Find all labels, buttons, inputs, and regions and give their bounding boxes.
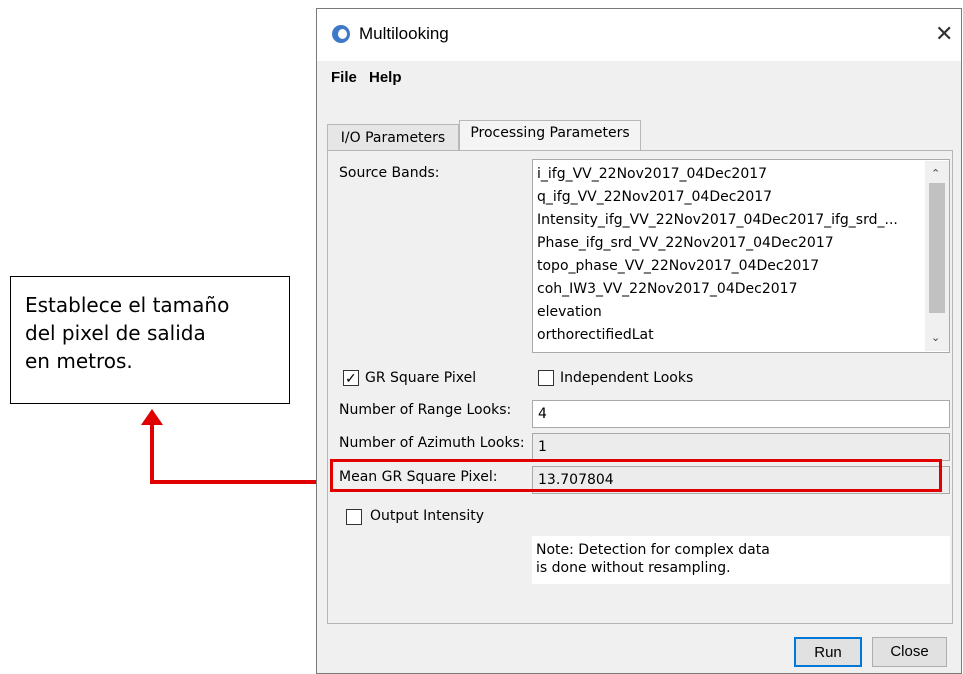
- multilooking-dialog: Multilooking ✕ File Help I/O Parameters …: [316, 8, 962, 674]
- list-item[interactable]: Intensity_ifg_VV_22Nov2017_04Dec2017_ifg…: [537, 212, 898, 228]
- annotation-line-2: del pixel de salida: [25, 321, 206, 345]
- list-item[interactable]: coh_IW3_VV_22Nov2017_04Dec2017: [537, 281, 797, 297]
- azimuth-looks-input[interactable]: 1: [532, 433, 950, 461]
- source-bands-list[interactable]: i_ifg_VV_22Nov2017_04Dec2017 q_ifg_VV_22…: [532, 159, 950, 353]
- range-looks-input[interactable]: 4: [532, 400, 950, 428]
- gr-square-pixel-label: GR Square Pixel: [365, 370, 477, 386]
- close-button[interactable]: Close: [872, 637, 947, 667]
- independent-looks-label: Independent Looks: [560, 370, 694, 386]
- scroll-down-icon[interactable]: ⌄: [931, 331, 940, 344]
- annotation-callout: Establece el tamaño del pixel de salida …: [10, 276, 290, 404]
- annotation-line-3: en metros.: [25, 349, 133, 373]
- note-line-2: is done without resampling.: [536, 560, 731, 576]
- annotation-arrow-vertical: [150, 424, 154, 484]
- azimuth-looks-label: Number of Azimuth Looks:: [339, 435, 525, 451]
- menu-help[interactable]: Help: [369, 69, 402, 86]
- annotation-arrow-horizontal: [152, 480, 332, 484]
- note-line-1: Note: Detection for complex data: [536, 542, 770, 558]
- app-icon: [332, 25, 350, 43]
- list-item[interactable]: topo_phase_VV_22Nov2017_04Dec2017: [537, 258, 819, 274]
- list-item[interactable]: i_ifg_VV_22Nov2017_04Dec2017: [537, 166, 767, 182]
- gr-square-pixel-checkbox[interactable]: ✓: [343, 370, 359, 386]
- independent-looks-checkbox[interactable]: [538, 370, 554, 386]
- list-item[interactable]: q_ifg_VV_22Nov2017_04Dec2017: [537, 189, 772, 205]
- window-title: Multilooking: [359, 24, 449, 43]
- close-icon[interactable]: ✕: [935, 21, 953, 47]
- run-button[interactable]: Run: [794, 637, 862, 667]
- menu-file[interactable]: File: [331, 69, 357, 86]
- output-intensity-label: Output Intensity: [370, 508, 485, 524]
- annotation-arrow-head: [141, 409, 163, 425]
- list-scrollbar[interactable]: ⌃ ⌄: [925, 161, 949, 351]
- title-bar: Multilooking ✕: [317, 9, 961, 61]
- range-looks-label: Number of Range Looks:: [339, 402, 512, 418]
- annotation-line-1: Establece el tamaño: [25, 293, 230, 317]
- scrollbar-thumb[interactable]: [929, 183, 945, 313]
- highlight-box: [330, 459, 942, 492]
- tab-processing-parameters[interactable]: Processing Parameters: [459, 120, 641, 151]
- list-item[interactable]: Phase_ifg_srd_VV_22Nov2017_04Dec2017: [537, 235, 834, 251]
- note-text: Note: Detection for complex data is done…: [532, 536, 950, 584]
- scroll-up-icon[interactable]: ⌃: [931, 167, 940, 180]
- list-item[interactable]: orthorectifiedLat: [537, 327, 654, 343]
- tab-io-parameters[interactable]: I/O Parameters: [327, 124, 459, 151]
- check-icon: ✓: [345, 370, 357, 386]
- output-intensity-checkbox[interactable]: [346, 509, 362, 525]
- source-bands-label: Source Bands:: [339, 165, 440, 181]
- list-item[interactable]: elevation: [537, 304, 602, 320]
